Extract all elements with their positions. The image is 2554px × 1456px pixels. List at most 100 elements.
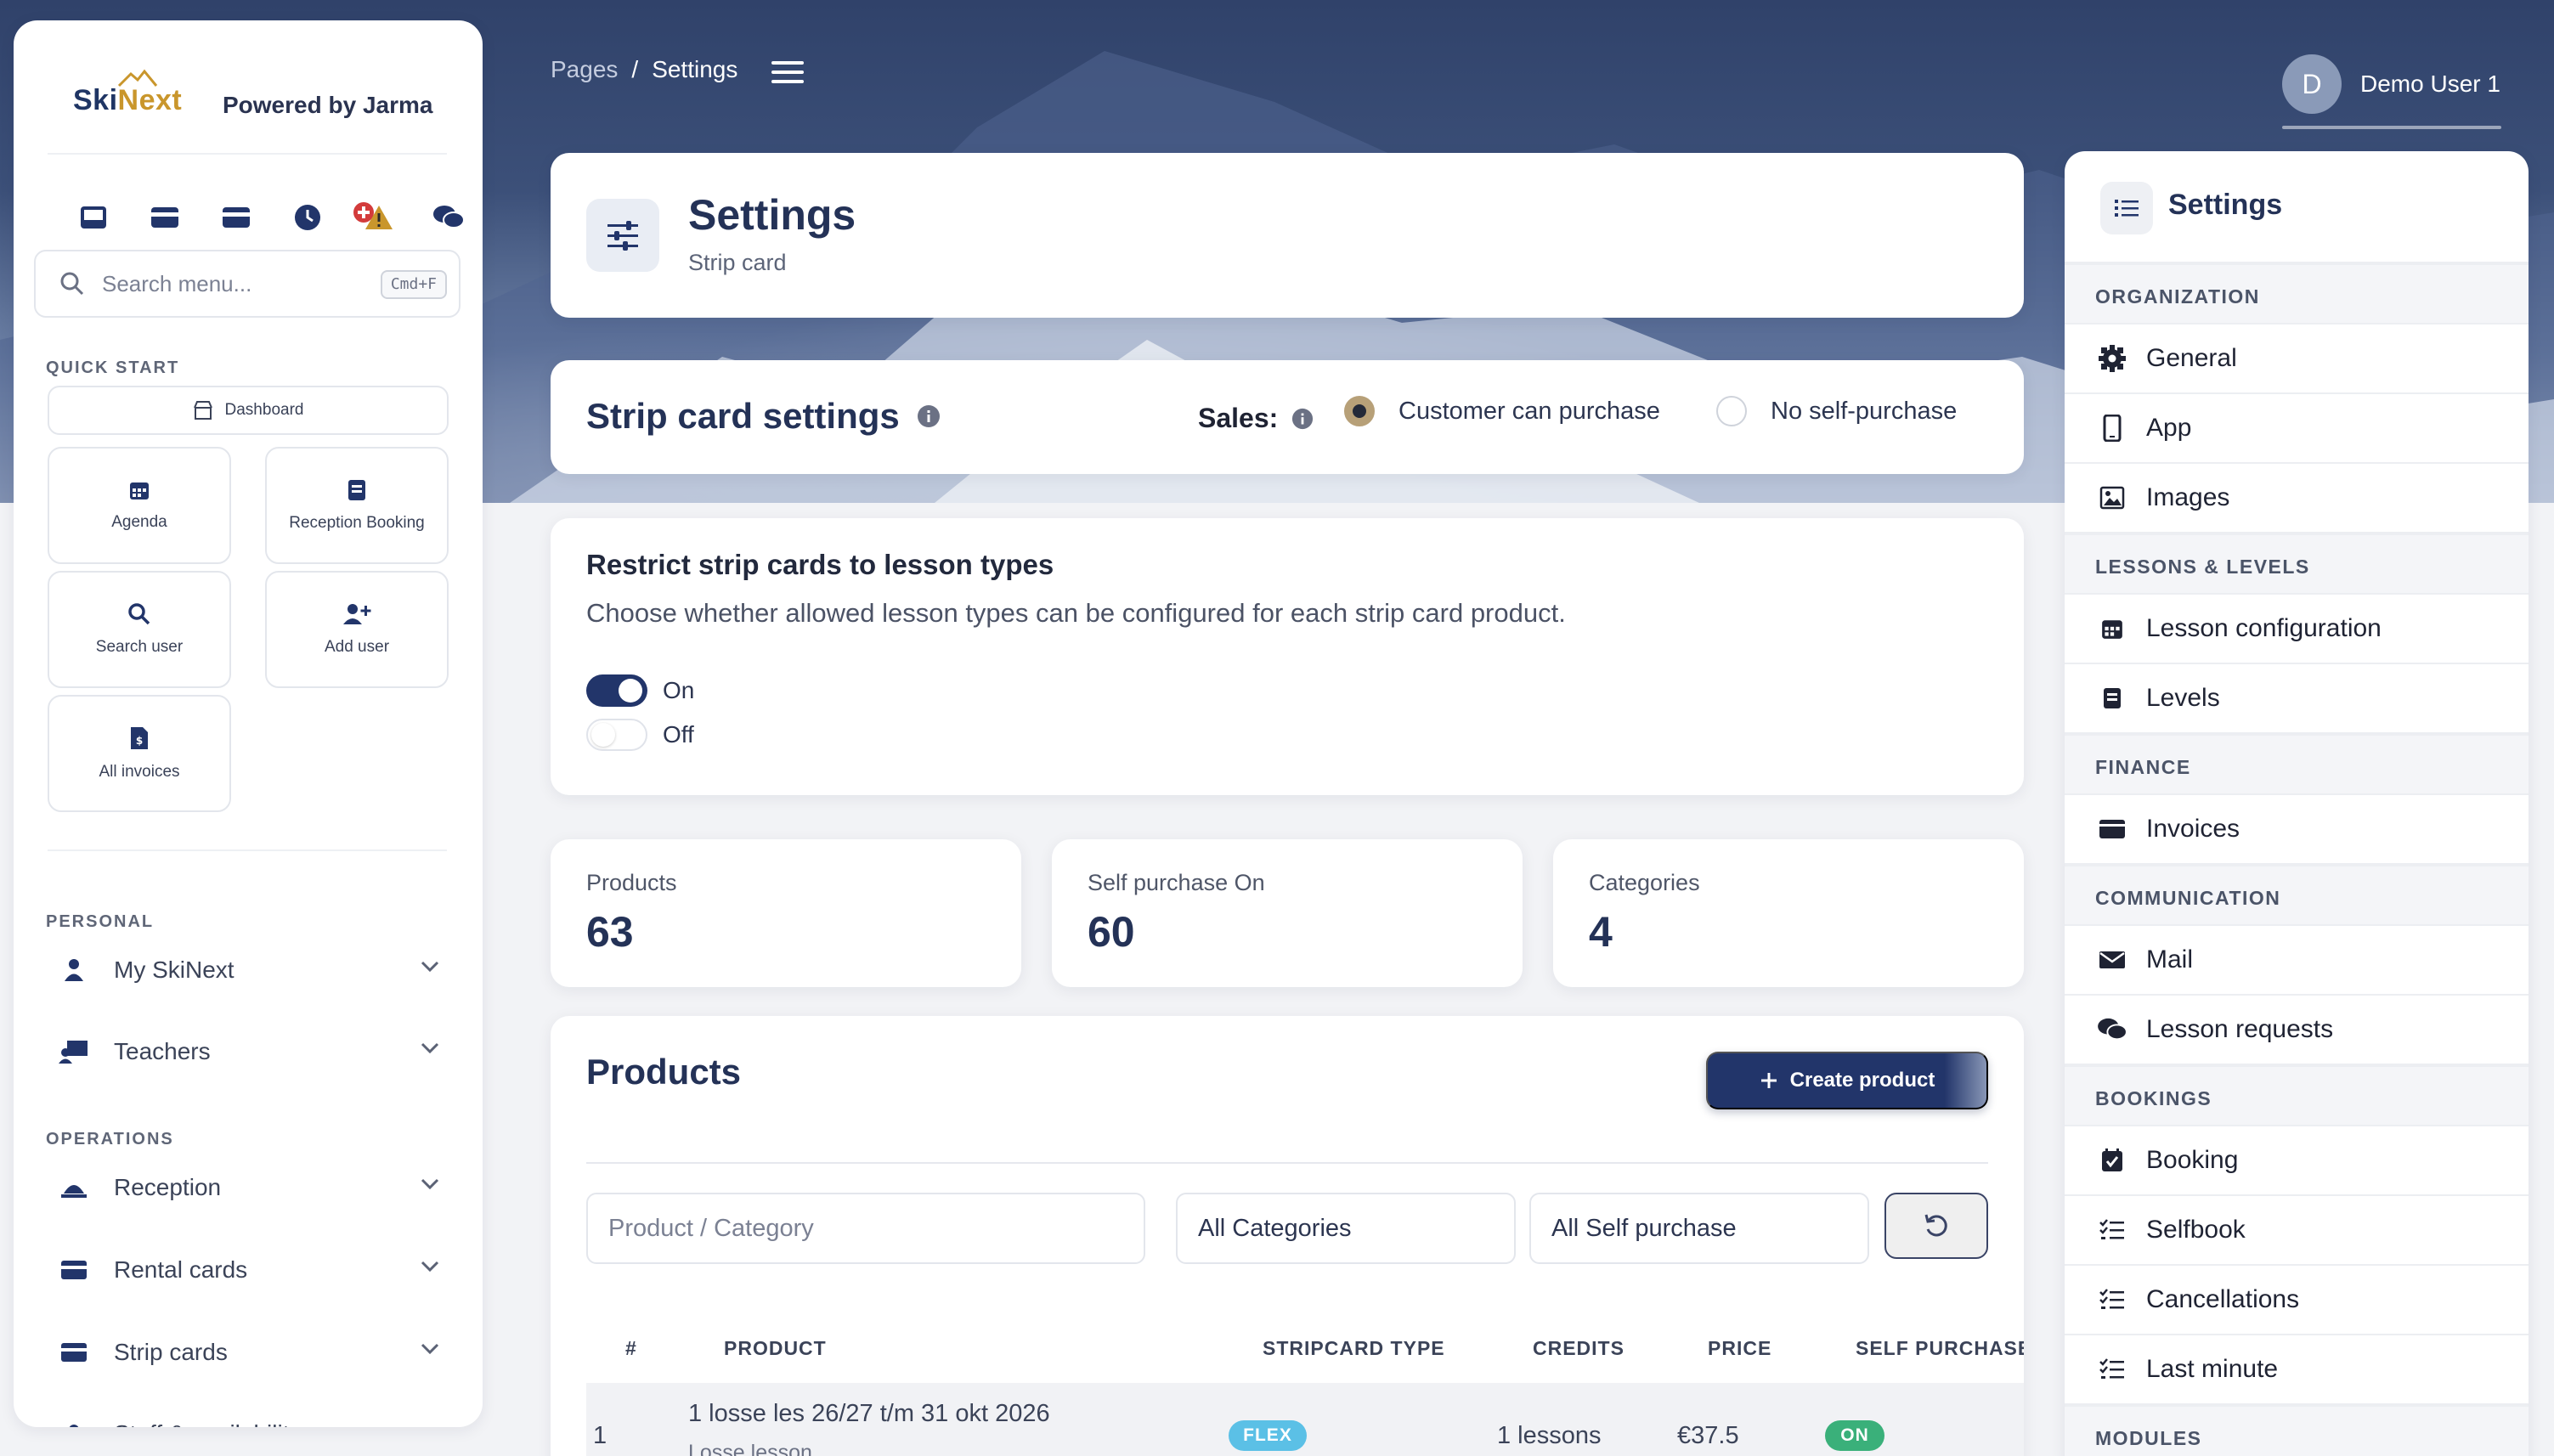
- toggle-off-label: Off: [663, 721, 694, 748]
- nav-reception[interactable]: Reception: [48, 1162, 464, 1213]
- dashboard-button[interactable]: Dashboard: [48, 386, 449, 435]
- magnifier-icon: [128, 603, 150, 625]
- inbox-icon[interactable]: [75, 199, 112, 236]
- toggle-on-switch[interactable]: [586, 674, 647, 707]
- toggle-on-row[interactable]: On: [586, 674, 694, 707]
- nav-my-skinext[interactable]: My SkiNext: [48, 945, 464, 996]
- settings-item-general[interactable]: General: [2065, 323, 2529, 392]
- chevron-down-icon: [421, 1343, 439, 1355]
- column-header-stripcard-type[interactable]: STRIPCARD TYPE: [1263, 1337, 1445, 1360]
- settings-item-mail[interactable]: Mail: [2065, 924, 2529, 994]
- card-icon: [56, 1335, 92, 1370]
- nav-label: Strip cards: [114, 1339, 228, 1365]
- settings-item-label: App: [2146, 414, 2192, 442]
- tile-add-user[interactable]: Add user: [265, 571, 449, 688]
- settings-item-last-minute[interactable]: Last minute: [2065, 1334, 2529, 1403]
- toggle-off-row[interactable]: Off: [586, 719, 694, 751]
- page-subtitle: Strip card: [688, 250, 787, 275]
- page-title: Settings: [688, 191, 856, 239]
- reset-filters-button[interactable]: [1884, 1193, 1988, 1259]
- search-menu-input[interactable]: [102, 270, 374, 297]
- hamburger-menu-icon[interactable]: [771, 59, 804, 85]
- image-icon: [2095, 481, 2129, 515]
- breadcrumb: Pages / Settings: [551, 56, 737, 83]
- products-card: Products Create product Product / Catego…: [551, 1016, 2024, 1456]
- calendar-icon: [130, 483, 149, 499]
- settings-item-label: General: [2146, 344, 2237, 372]
- tile-all-invoices[interactable]: $ All invoices: [48, 695, 231, 812]
- column-header-self-purchase[interactable]: SELF PURCHASE: [1856, 1337, 2024, 1360]
- settings-item-label: Cancellations: [2146, 1285, 2300, 1313]
- settings-item-levels[interactable]: Levels: [2065, 663, 2529, 732]
- settings-item-invoices[interactable]: Invoices: [2065, 793, 2529, 863]
- card-icon: [56, 1252, 92, 1288]
- settings-item-selfbook[interactable]: Selfbook: [2065, 1194, 2529, 1264]
- quick-start-label: QUICK START: [46, 358, 180, 377]
- settings-item-lesson-requests[interactable]: Lesson requests: [2065, 994, 2529, 1064]
- radio-no-self-purchase[interactable]: No self-purchase: [1716, 396, 1957, 426]
- book-icon: [2095, 681, 2129, 715]
- skinext-logo[interactable]: SkiNext: [73, 66, 182, 134]
- restrict-title: Restrict strip cards to lesson types: [586, 549, 1054, 580]
- tile-agenda[interactable]: Agenda: [48, 447, 231, 564]
- info-icon[interactable]: [1291, 408, 1314, 430]
- settings-item-app[interactable]: App: [2065, 392, 2529, 462]
- card-icon[interactable]: [146, 199, 184, 236]
- personal-label: PERSONAL: [46, 912, 155, 931]
- settings-item-lesson-configuration[interactable]: Lesson configuration: [2065, 593, 2529, 663]
- column-header-product[interactable]: PRODUCT: [724, 1337, 827, 1360]
- user-menu[interactable]: D Demo User 1: [2282, 54, 2500, 114]
- tile-label: Agenda: [111, 513, 167, 531]
- mail-icon: [2095, 943, 2129, 977]
- restrict-lesson-types-card: Restrict strip cards to lesson types Cho…: [551, 518, 2024, 795]
- column-header-num: #: [625, 1337, 637, 1359]
- chat-icon[interactable]: [430, 199, 467, 236]
- product-category-filter-input[interactable]: Product / Category: [586, 1193, 1145, 1264]
- chevron-down-icon: [421, 1261, 439, 1273]
- teacher-icon: [56, 1034, 92, 1069]
- settings-item-label: Last minute: [2146, 1355, 2279, 1383]
- section-label: MODULES: [2095, 1427, 2202, 1449]
- breadcrumb-root[interactable]: Pages: [551, 56, 618, 83]
- radio-dot-selected[interactable]: [1344, 396, 1375, 426]
- user-underline: [2282, 126, 2501, 129]
- radio-customer-can-purchase[interactable]: Customer can purchase: [1344, 396, 1660, 426]
- column-header-credits[interactable]: CREDITS: [1533, 1337, 1625, 1360]
- tile-reception-booking[interactable]: Reception Booking: [265, 447, 449, 564]
- settings-item-cancellations[interactable]: Cancellations: [2065, 1264, 2529, 1334]
- row-credits: 1 lessons: [1497, 1422, 1602, 1449]
- settings-item-booking[interactable]: Booking: [2065, 1125, 2529, 1194]
- stripcard-icon[interactable]: [218, 199, 255, 236]
- nav-strip-cards[interactable]: Strip cards: [48, 1327, 464, 1378]
- plus-icon: [1760, 1073, 1777, 1088]
- nav-staff-availability[interactable]: Staff & availability: [48, 1408, 464, 1427]
- self-purchase-select[interactable]: All Self purchase: [1529, 1193, 1869, 1264]
- tile-label: Add user: [324, 638, 390, 656]
- nav-rental-cards[interactable]: Rental cards: [48, 1244, 464, 1295]
- info-icon[interactable]: [917, 404, 941, 428]
- book-icon: [348, 480, 365, 500]
- toggle-off-switch[interactable]: [586, 719, 647, 751]
- create-product-button[interactable]: Create product: [1706, 1052, 1988, 1109]
- logo-text-ski: Ski: [73, 83, 118, 116]
- settings-item-images[interactable]: Images: [2065, 462, 2529, 532]
- search-icon: [60, 272, 84, 296]
- category-select[interactable]: All Categories: [1176, 1193, 1516, 1264]
- clock-icon[interactable]: [289, 199, 326, 236]
- nav-teachers[interactable]: Teachers: [48, 1026, 464, 1077]
- warning-icon[interactable]: [360, 199, 398, 236]
- tile-search-user[interactable]: Search user: [48, 571, 231, 688]
- self-purchase-badge[interactable]: ON: [1825, 1420, 1884, 1451]
- section-organization: ORGANIZATION: [2065, 262, 2529, 323]
- restrict-description: Choose whether allowed lesson types can …: [586, 598, 1566, 628]
- sidebar-divider: [48, 153, 447, 155]
- stat-label: Products: [586, 870, 677, 895]
- radio-dot[interactable]: [1716, 396, 1747, 426]
- search-menu-box[interactable]: Cmd+F: [34, 250, 461, 318]
- settings-panel-title: Settings: [2168, 189, 2283, 221]
- column-header-price[interactable]: PRICE: [1708, 1337, 1771, 1360]
- nav-label: Rental cards: [114, 1256, 248, 1283]
- row-num: 1: [593, 1422, 607, 1449]
- stat-value: 63: [586, 908, 634, 956]
- row-product-name[interactable]: 1 losse les 26/27 t/m 31 okt 2026: [688, 1400, 1050, 1428]
